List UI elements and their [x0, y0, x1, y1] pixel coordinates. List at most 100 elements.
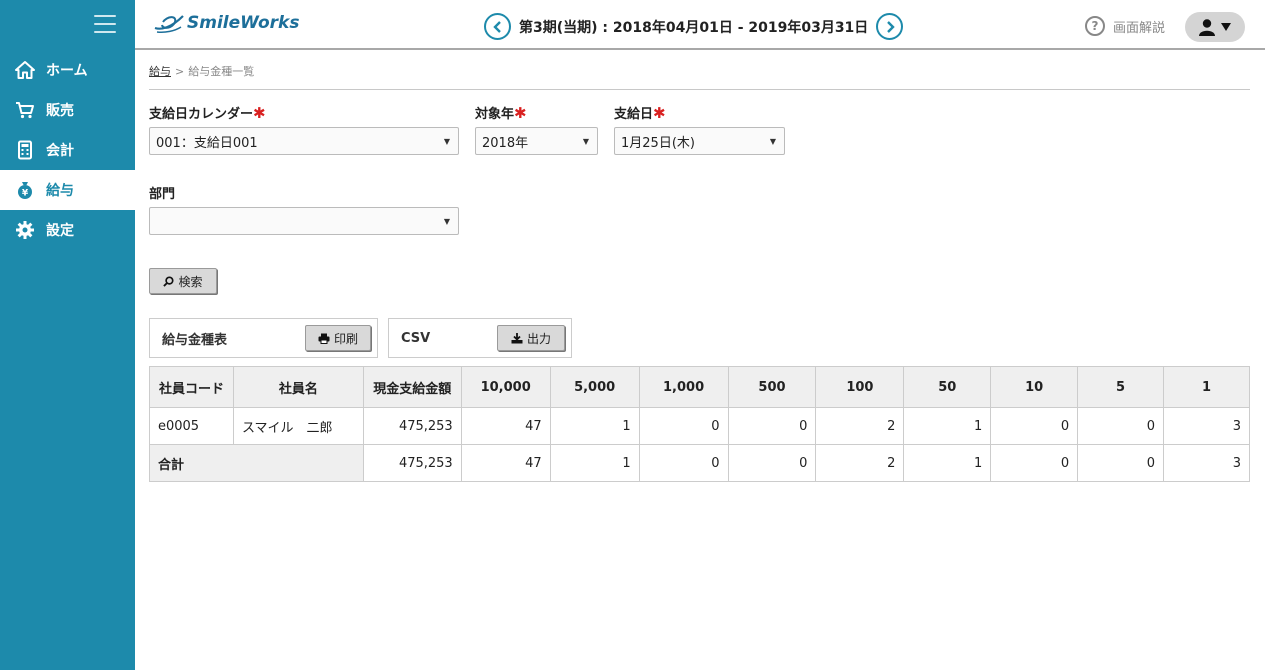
dept-select[interactable]: ▼ — [149, 207, 459, 235]
user-menu-button[interactable] — [1185, 12, 1245, 42]
column-header: 1,000 — [638, 366, 729, 408]
denomination-cell: 1 — [903, 407, 992, 445]
column-header: 10 — [990, 366, 1079, 408]
year-label: 対象年✱ — [475, 104, 527, 122]
main-content: 給与 > 給与金種一覧 支給日カレンダー✱ 001：支給日001 ▼ 対象年✱ 20… — [149, 50, 1250, 482]
column-header: 5,000 — [549, 366, 640, 408]
filter-row: 支給日カレンダー✱ 001：支給日001 ▼ 対象年✱ 2018年 ▼ 支給日✱… — [149, 103, 1250, 155]
denomination-cell: 0 — [1077, 407, 1164, 445]
home-icon — [14, 59, 36, 81]
denomination-cell: 47 — [460, 407, 551, 445]
breadcrumb-current: 給与金種一覧 — [188, 65, 255, 78]
denomination-cell: 3 — [1163, 407, 1250, 445]
calendar-select-value: 001：支給日001 — [156, 135, 258, 151]
required-mark: ✱ — [514, 104, 527, 122]
required-mark: ✱ — [653, 104, 666, 122]
logo-text: SmileWorks — [187, 13, 300, 33]
column-header: 100 — [815, 366, 905, 408]
total-denomination-cell: 1 — [903, 444, 992, 482]
breadcrumb-parent-link[interactable]: 給与 — [149, 65, 171, 78]
sidebar-item-sales[interactable]: 販売 — [0, 90, 135, 130]
sidebar: ホーム 販売 会計 ¥ 給与 設定 — [0, 0, 135, 670]
report-label: 給与金種表 — [162, 332, 228, 348]
total-cash-cell: 475,253 — [362, 444, 462, 482]
payday-select[interactable]: 1月25日(木) ▼ — [614, 127, 785, 155]
denomination-cell: 0 — [727, 407, 817, 445]
caret-down-icon: ▼ — [769, 136, 776, 146]
column-header: 500 — [727, 366, 817, 408]
header: SmileWorks 第3期(当期) : 2018年04月01日 - 2019年… — [135, 0, 1265, 50]
next-period-button[interactable] — [876, 13, 904, 40]
export-button[interactable]: 出力 — [497, 325, 565, 351]
total-denomination-cell: 1 — [549, 444, 640, 482]
sidebar-item-label: 会計 — [46, 143, 74, 159]
total-denomination-cell: 0 — [990, 444, 1079, 482]
payday-label: 支給日✱ — [614, 104, 666, 122]
download-icon — [511, 332, 523, 343]
required-mark: ✱ — [253, 104, 266, 122]
sidebar-item-home[interactable]: ホーム — [0, 50, 135, 90]
year-select[interactable]: 2018年 ▼ — [475, 127, 598, 155]
cash-amount-cell: 475,253 — [362, 407, 462, 445]
table-row: e0005 スマイル 二郎 475,253 47 1 0 0 2 1 0 0 3 — [149, 407, 1250, 445]
report-box: 給与金種表 印刷 — [149, 318, 378, 358]
logo[interactable]: SmileWorks — [153, 12, 299, 34]
dept-label: 部門 — [149, 187, 176, 202]
smile-logo-icon — [154, 15, 184, 33]
year-select-value: 2018年 — [482, 135, 529, 151]
search-row: 検索 — [149, 268, 1250, 294]
payday-field: 支給日✱ 1月25日(木) ▼ — [614, 103, 785, 155]
payday-select-value: 1月25日(木) — [621, 135, 695, 151]
total-denomination-cell: 3 — [1163, 444, 1250, 482]
caret-down-icon: ▼ — [443, 216, 450, 226]
search-button-label: 検索 — [178, 274, 203, 289]
column-header: 10,000 — [460, 366, 551, 408]
print-button-label: 印刷 — [333, 331, 358, 346]
column-header: 5 — [1077, 366, 1164, 408]
cart-icon — [14, 99, 36, 121]
total-denomination-cell: 0 — [638, 444, 729, 482]
total-denomination-cell: 2 — [815, 444, 905, 482]
total-denomination-cell: 0 — [1077, 444, 1164, 482]
search-icon — [163, 275, 175, 287]
chevron-right-icon — [886, 20, 895, 33]
sidebar-item-label: 給与 — [46, 183, 74, 199]
sidebar-item-accounting[interactable]: 会計 — [0, 130, 135, 170]
period-text: 第3期(当期) : 2018年04月01日 - 2019年03月31日 — [519, 19, 869, 36]
column-header: 現金支給金額 — [362, 366, 462, 408]
breadcrumb: 給与 > 給与金種一覧 — [149, 63, 1250, 90]
search-button[interactable]: 検索 — [149, 268, 217, 294]
denomination-cell: 1 — [549, 407, 640, 445]
calendar-select[interactable]: 001：支給日001 ▼ — [149, 127, 459, 155]
dept-row: 部門 ▼ — [149, 183, 1250, 235]
table-header-row: 社員コード 社員名 現金支給金額 10,000 5,000 1,000 500 … — [149, 366, 1250, 408]
money-bag-icon: ¥ — [14, 179, 36, 201]
caret-down-icon: ▼ — [582, 136, 589, 146]
total-label-cell: 合計 — [149, 444, 364, 482]
sidebar-item-label: 設定 — [46, 223, 74, 239]
help-link[interactable]: ? 画面解説 — [1085, 16, 1165, 36]
gear-icon — [14, 219, 36, 241]
sidebar-nav: ホーム 販売 会計 ¥ 給与 設定 — [0, 50, 135, 250]
sidebar-item-settings[interactable]: 設定 — [0, 210, 135, 250]
employee-code-cell: e0005 — [149, 407, 234, 445]
calendar-field: 支給日カレンダー✱ 001：支給日001 ▼ — [149, 103, 459, 155]
sidebar-item-label: ホーム — [46, 63, 88, 79]
denomination-table: 社員コード 社員名 現金支給金額 10,000 5,000 1,000 500 … — [149, 366, 1250, 482]
user-icon — [1199, 19, 1215, 36]
help-icon: ? — [1085, 16, 1105, 36]
denomination-cell: 2 — [815, 407, 905, 445]
caret-down-icon — [1221, 23, 1231, 31]
help-label: 画面解説 — [1113, 20, 1166, 36]
csv-box: CSV 出力 — [388, 318, 572, 358]
sidebar-item-label: 販売 — [46, 103, 74, 119]
calculator-icon — [14, 139, 36, 161]
employee-name-cell: スマイル 二郎 — [232, 407, 364, 445]
print-button[interactable]: 印刷 — [305, 325, 371, 351]
chevron-left-icon — [492, 20, 501, 33]
column-header: 社員名 — [232, 366, 364, 408]
column-header: 社員コード — [149, 366, 234, 408]
menu-toggle-icon[interactable] — [94, 15, 116, 33]
prev-period-button[interactable] — [484, 13, 511, 40]
sidebar-item-payroll[interactable]: ¥ 給与 — [0, 170, 135, 210]
